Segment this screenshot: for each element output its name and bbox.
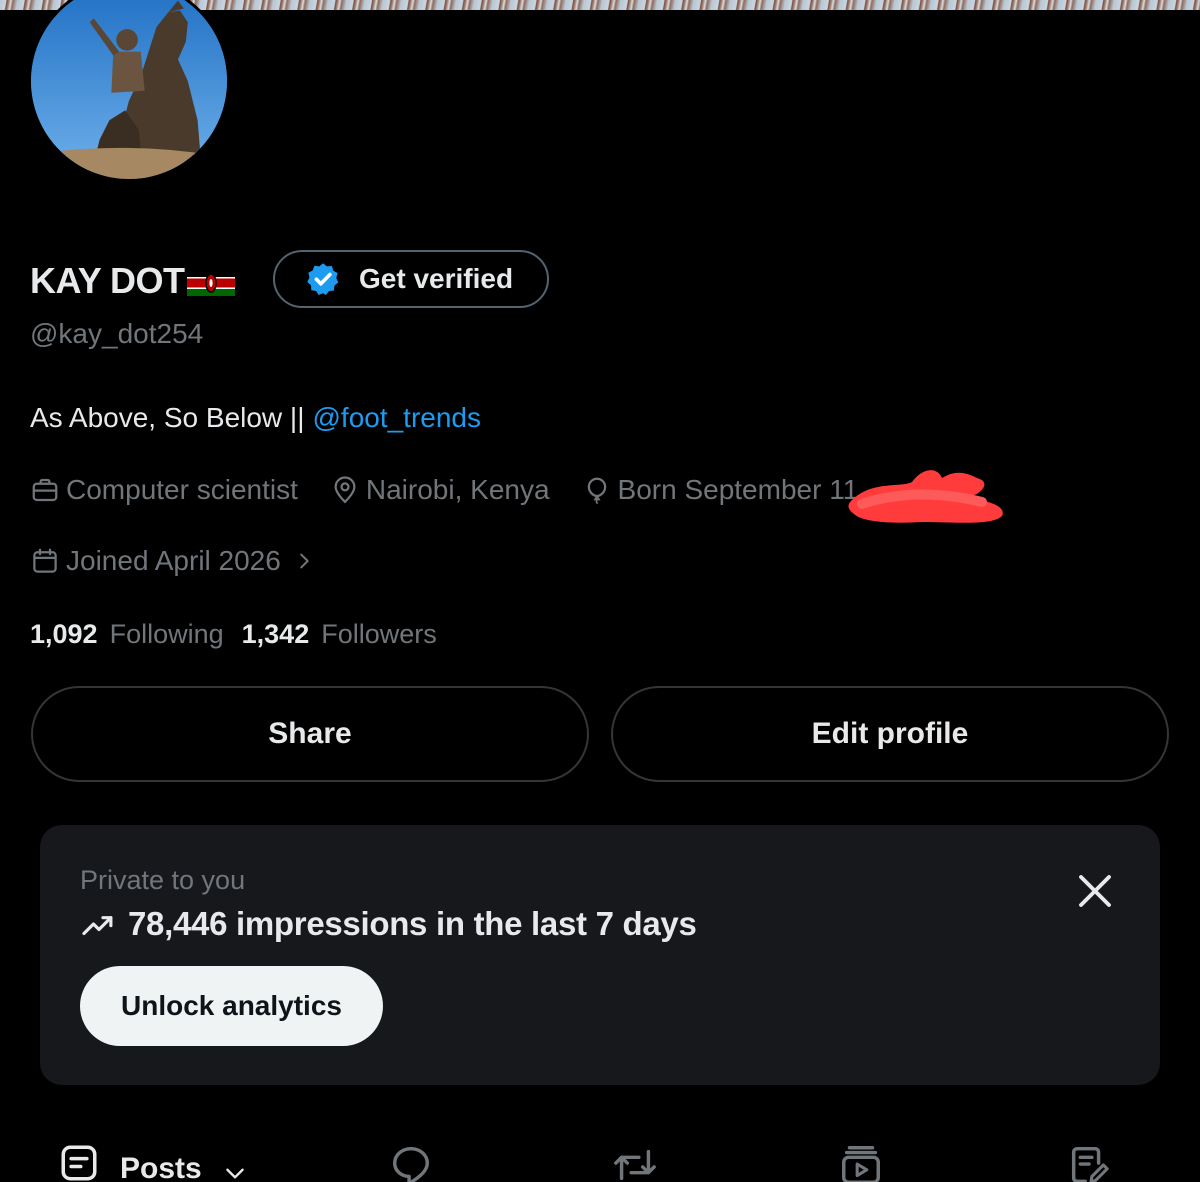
get-verified-label: Get verified (359, 263, 514, 294)
following-label: Following (109, 619, 224, 649)
tab-replies[interactable] (388, 1142, 434, 1182)
redaction-scribble (842, 460, 1007, 532)
chevron-right-icon (300, 553, 309, 569)
impressions-text: 78,446 impressions in the last 7 days (128, 905, 697, 942)
briefcase-icon (32, 478, 58, 502)
profession-text: Computer scientist (66, 474, 298, 505)
bio-text: As Above, So Below || (30, 402, 305, 433)
kenya-flag-icon (186, 270, 235, 296)
trending-up-icon (82, 916, 113, 936)
birthday-item: Born September 11 (582, 474, 859, 506)
reposts-icon (614, 1149, 656, 1181)
calendar-icon (33, 548, 57, 573)
display-name-text: KAY DOT (30, 260, 185, 301)
joined-text: Joined April 2026 (66, 545, 281, 576)
verified-badge-icon (307, 263, 339, 296)
followers-link[interactable]: 1,342 Followers (242, 619, 455, 650)
impressions-summary: 78,446 impressions in the last 7 days (80, 905, 697, 943)
analytics-card: Private to you 78,446 impressions in the… (40, 825, 1160, 1085)
get-verified-button[interactable]: Get verified (273, 250, 549, 308)
private-label: Private to you (80, 865, 246, 895)
edit-profile-button[interactable]: Edit profile (611, 686, 1169, 782)
profile-handle: @kay_dot254 (30, 318, 204, 349)
location-item: Nairobi, Kenya (330, 474, 550, 506)
profession-item: Computer scientist (30, 474, 298, 506)
profile-meta: Computer scientist Nairobi, Kenya Born S… (30, 474, 890, 506)
location-text: Nairobi, Kenya (365, 474, 550, 505)
display-name: KAY DOT (30, 260, 235, 302)
close-icon[interactable] (1074, 870, 1116, 912)
balloon-icon (587, 477, 606, 505)
location-pin-icon (334, 476, 356, 504)
replies-icon (392, 1146, 430, 1182)
unlock-analytics-button[interactable]: Unlock analytics (80, 966, 383, 1046)
profile-bio: As Above, So Below || @foot_trends (30, 402, 481, 434)
tab-posts[interactable]: Posts (58, 1142, 248, 1182)
followers-label: Followers (321, 619, 437, 649)
profile-tab-bar: Posts (0, 1138, 1200, 1182)
following-link[interactable]: 1,092 Following (30, 619, 242, 650)
tab-posts-label: Posts (120, 1152, 202, 1182)
avatar-image (31, 0, 227, 179)
tab-reposts[interactable] (610, 1142, 660, 1182)
birthday-text: Born September 11 (617, 474, 859, 505)
bio-mention-link[interactable]: @foot_trends (312, 402, 481, 433)
followers-count: 1,342 (241, 619, 310, 649)
media-icon (842, 1146, 880, 1182)
chevron-down-icon (225, 1168, 244, 1179)
tab-articles[interactable] (1066, 1142, 1112, 1182)
follow-stats: 1,092 Following 1,342 Followers (30, 619, 455, 650)
following-count: 1,092 (30, 619, 98, 649)
joined-date-link[interactable]: Joined April 2026 (30, 545, 315, 577)
profile-avatar[interactable] (28, 0, 230, 182)
articles-icon (1071, 1146, 1109, 1182)
share-button[interactable]: Share (31, 686, 589, 782)
posts-icon (61, 1145, 97, 1181)
tab-media[interactable] (838, 1142, 884, 1182)
